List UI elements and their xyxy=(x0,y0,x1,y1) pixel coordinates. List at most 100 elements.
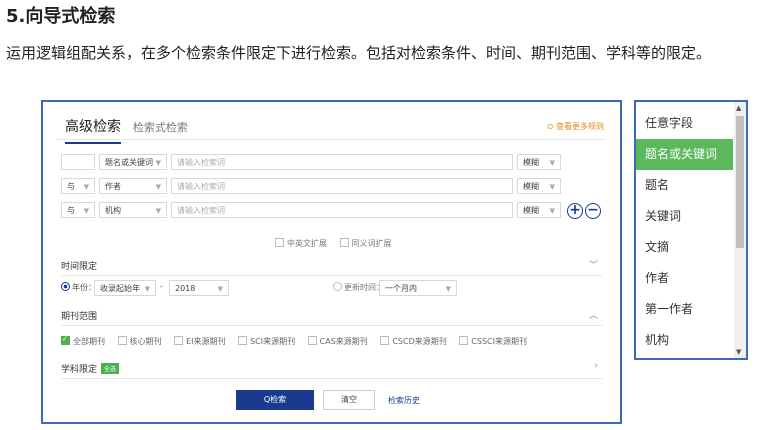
dropdown-option[interactable]: 机构 xyxy=(636,325,733,356)
dropdown-option-selected[interactable]: 题名或关键词 xyxy=(636,139,733,170)
subject-section-title: 学科限定 xyxy=(61,365,98,375)
checkbox-icon xyxy=(380,336,390,345)
year-label: 年份： xyxy=(72,283,96,292)
more-rules-link[interactable]: ⊙ 查看更多规则 xyxy=(547,121,604,132)
radio-icon xyxy=(333,282,342,291)
checkbox-icon xyxy=(117,336,127,345)
match-select[interactable]: 模糊 ▼ xyxy=(517,178,561,194)
checkbox-icon xyxy=(339,238,349,247)
checkbox-icon xyxy=(174,336,184,345)
radio-selected-icon[interactable] xyxy=(61,282,70,291)
field-select[interactable]: 作者 ▼ xyxy=(99,178,167,194)
subject-section-header[interactable]: 学科限定 全选 › xyxy=(61,361,602,379)
journal-options: 全部期刊 核心期刊 EI来源期刊 SCI来源期刊 CAS来源期刊 CSCD来源期… xyxy=(61,335,527,347)
logic-select[interactable] xyxy=(61,154,95,170)
update-label: 更新时间： xyxy=(344,283,384,292)
expand-options: 中英文扩展 同义词扩展 xyxy=(275,238,392,249)
condition-row: 题名或关键词 ▼ 请输入检索词 模糊 ▼ xyxy=(61,154,601,172)
journal-option[interactable]: 全部期刊 xyxy=(61,335,105,346)
scroll-up-icon[interactable]: ▲ xyxy=(736,104,741,112)
field-select[interactable]: 题名或关键词 ▼ xyxy=(99,154,167,170)
journal-option-label: CSCD来源期刊 xyxy=(392,337,447,346)
dropdown-option[interactable]: 作者 xyxy=(636,263,733,294)
journal-option[interactable]: SCI来源期刊 xyxy=(238,336,296,346)
scrollbar-thumb[interactable] xyxy=(736,116,744,248)
logic-select[interactable]: 与 ▼ xyxy=(61,202,95,218)
journal-option-label: CAS来源期刊 xyxy=(319,337,368,346)
field-select[interactable]: 机构 ▼ xyxy=(99,202,167,218)
chevron-down-icon: ▼ xyxy=(144,285,150,293)
year-end-select[interactable]: 2018 ▼ xyxy=(169,280,229,296)
update-time-select[interactable]: 一个月内 ▼ xyxy=(379,280,457,296)
chevron-right-icon: › xyxy=(594,361,598,371)
time-section-header[interactable]: 时间限定 ﹀ xyxy=(61,259,602,276)
chevron-down-icon: ▼ xyxy=(445,285,451,293)
chevron-down-icon: ▼ xyxy=(83,207,89,215)
dropdown-option[interactable]: 题名 xyxy=(636,170,733,201)
journal-option[interactable]: CSCD来源期刊 xyxy=(380,336,447,346)
journal-option[interactable]: EI来源期刊 xyxy=(174,336,226,346)
chevron-down-icon: ﹀ xyxy=(588,261,598,271)
search-term-input[interactable]: 请输入检索词 xyxy=(171,154,513,170)
checkbox-icon xyxy=(459,336,469,345)
journal-option-label: CSSCI来源期刊 xyxy=(471,337,527,346)
dropdown-option[interactable]: 任意字段 xyxy=(636,108,733,139)
field-dropdown-list: 任意字段 题名或关键词 题名 关键词 文摘 作者 第一作者 机构 ▲ ▼ xyxy=(634,100,748,360)
journal-section-header[interactable]: 期刊范围 ︿ xyxy=(61,309,602,326)
journal-option-label: EI来源期刊 xyxy=(186,337,226,346)
checkbox-icon xyxy=(275,238,284,247)
logic-select-value: 与 xyxy=(67,182,75,191)
scroll-down-icon[interactable]: ▼ xyxy=(736,348,741,356)
dropdown-scrollbar[interactable]: ▲ ▼ xyxy=(734,102,746,358)
chevron-down-icon: ▼ xyxy=(549,207,555,215)
tab-divider xyxy=(57,139,606,140)
update-time-value: 一个月内 xyxy=(385,284,417,293)
year-range: 年份： xyxy=(61,282,96,293)
logic-select-value: 与 xyxy=(67,206,75,215)
remove-condition-button[interactable]: − xyxy=(585,203,601,219)
chevron-down-icon: ▼ xyxy=(83,183,89,191)
select-all-badge[interactable]: 全选 xyxy=(101,363,120,374)
journal-option[interactable]: 核心期刊 xyxy=(117,336,162,346)
search-term-input[interactable]: 请输入检索词 xyxy=(171,178,513,194)
search-history-link[interactable]: 检索历史 xyxy=(388,395,420,406)
dropdown-option[interactable]: 关键词 xyxy=(636,201,733,232)
year-start-select[interactable]: 收录起始年 ▼ xyxy=(94,280,156,296)
match-select-value: 模糊 xyxy=(523,158,539,167)
journal-option[interactable]: CAS来源期刊 xyxy=(307,336,368,346)
search-term-input[interactable]: 请输入检索词 xyxy=(171,202,513,218)
dropdown-option[interactable]: 第一作者 xyxy=(636,294,733,325)
field-select-value: 机构 xyxy=(105,206,121,215)
journal-option-label: SCI来源期刊 xyxy=(250,337,296,346)
add-condition-button[interactable]: + xyxy=(567,203,583,219)
match-select[interactable]: 模糊 ▼ xyxy=(517,154,561,170)
tab-expression-search[interactable]: 检索式检索 xyxy=(133,121,188,134)
dropdown-option[interactable]: 文摘 xyxy=(636,232,733,263)
chevron-down-icon: ▼ xyxy=(217,285,223,293)
year-start-value: 收录起始年 xyxy=(100,284,140,293)
section-heading: 5.向导式检索 xyxy=(6,6,116,27)
match-select[interactable]: 模糊 ▼ xyxy=(517,202,561,218)
chevron-down-icon: ▼ xyxy=(155,183,161,191)
year-end-value: 2018 xyxy=(175,284,196,293)
match-select-value: 模糊 xyxy=(523,206,539,215)
chevron-up-icon: ︿ xyxy=(588,311,598,321)
update-time[interactable]: 更新时间： xyxy=(333,282,384,293)
description-text: 运用逻辑组配关系，在多个检索条件限定下进行检索。包括对检索条件、时间、期刊范围、… xyxy=(6,44,712,62)
journal-section-title: 期刊范围 xyxy=(61,312,98,322)
expand-option-chinese-english[interactable]: 中英文扩展 xyxy=(275,238,327,248)
checkbox-icon xyxy=(238,336,248,345)
year-dash: - xyxy=(160,282,163,291)
clear-button[interactable]: 清空 xyxy=(323,390,375,410)
chevron-down-icon: ▼ xyxy=(549,159,555,167)
checkbox-icon xyxy=(307,336,317,345)
logic-select[interactable]: 与 ▼ xyxy=(61,178,95,194)
search-button[interactable]: Q检索 xyxy=(236,390,314,410)
advanced-search-panel: 高级检索 检索式检索 ⊙ 查看更多规则 题名或关键词 ▼ 请输入检索词 模糊 ▼… xyxy=(41,100,622,424)
journal-option[interactable]: CSSCI来源期刊 xyxy=(459,336,527,346)
field-select-value: 作者 xyxy=(105,182,121,191)
expand-option-synonym[interactable]: 同义词扩展 xyxy=(339,238,392,248)
time-section-title: 时间限定 xyxy=(61,262,98,272)
chevron-down-icon: ▼ xyxy=(155,207,161,215)
journal-option-label: 核心期刊 xyxy=(129,337,162,346)
